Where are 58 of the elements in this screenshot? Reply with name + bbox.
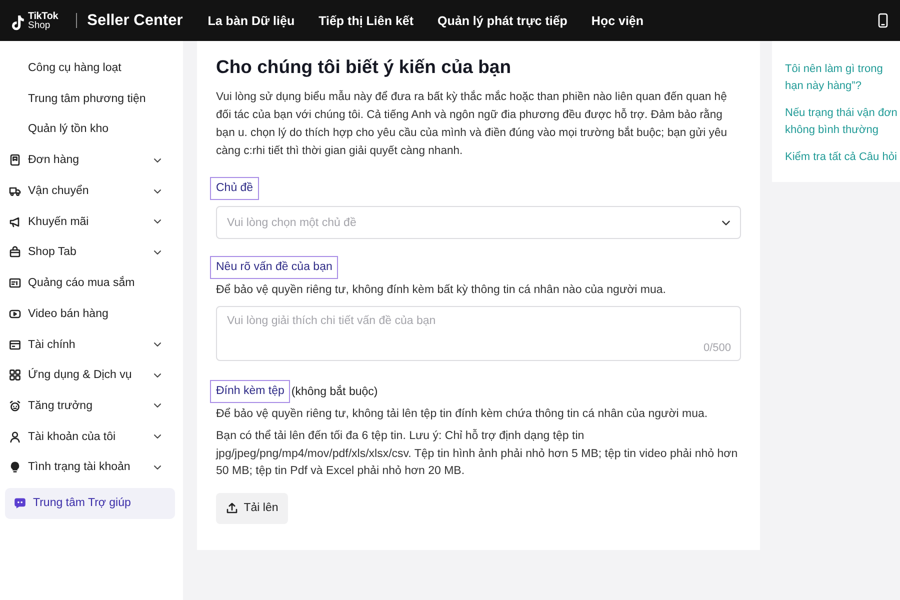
chevron-down-icon <box>153 432 162 442</box>
sidebar-item[interactable]: Trung tâm Trợ giúp <box>5 488 175 519</box>
sidebar-item[interactable]: Khuyến mãi <box>0 206 183 238</box>
character-counter: 0/500 <box>703 342 731 354</box>
sidebar-subitem[interactable]: Quản lý tồn kho <box>0 114 183 146</box>
mobile-phone-icon[interactable] <box>878 13 888 28</box>
music-note-icon <box>10 14 25 32</box>
sidebar-item[interactable]: Tài chính <box>0 329 183 360</box>
intro-text: Vui lòng sử dụng biểu mẫu này để đưa ra bất kỳ thắc mắc hoặc than phiền nào liên quan đến quan hệ đối tác của bạn với chúng tôi. Cả tiếng Anh và ngôn ngữ đia phương đều được hỗ trợ. Đảm bảo rằng bạn u. chọn lý do thích hợp cho yêu cầu của mình và điền đúng vào mọi trường bắt buộc; bạn gửi yêu càng c:rhi tiết thì thời gian giải quyết càng nhanh. <box>216 89 728 159</box>
clipboard-icon <box>9 154 21 166</box>
upload-icon <box>226 502 238 514</box>
field-label: Nêu rõ vấn đề của bạn <box>210 256 338 279</box>
chevron-down-icon <box>153 186 162 196</box>
sidebar-item[interactable]: Video bán hàng <box>0 298 183 330</box>
sidebar-item[interactable]: Shop Tab <box>0 237 183 268</box>
field-label: Chủ đề <box>210 177 260 200</box>
sidebar-item[interactable]: Đơn hàng <box>0 145 183 176</box>
upload-button[interactable]: Tải lên <box>216 492 288 524</box>
nav-link[interactable]: Quản lý phát trực tiếp <box>438 14 568 28</box>
sidebar-item[interactable]: Tăng trưởng <box>0 390 183 422</box>
sidebar-item[interactable]: Vận chuyển <box>0 176 183 206</box>
apps-grid-icon <box>9 369 21 382</box>
chevron-down-icon <box>153 462 162 472</box>
optional-note: (không bắt buộc) <box>291 386 378 398</box>
app-title: Seller Center <box>87 12 183 30</box>
screen-icon <box>9 277 21 290</box>
chevron-down-icon <box>153 370 162 380</box>
truck-icon <box>9 185 21 198</box>
sidebar-subitem[interactable]: Trung tâm phương tiện <box>0 84 183 114</box>
page-title: Cho chúng tôi biết ý kiến của bạn <box>216 55 512 79</box>
chevron-down-icon <box>153 340 162 350</box>
alarm-clock-icon <box>9 400 21 412</box>
nav-link[interactable]: Tiếp thị Liên kết <box>318 14 414 28</box>
sidebar-item[interactable]: Ứng dụng & Dịch vụ <box>0 360 183 391</box>
logo-wordmark: TikTok Shop <box>28 12 58 30</box>
lightbulb-icon <box>9 461 21 474</box>
video-icon <box>9 308 21 320</box>
hint-text: Để bảo vệ quyền riêng tư, không tải lên tệp tin đính kèm chứa thông tin cá nhân của người mua. <box>216 406 709 422</box>
sidebar-item[interactable]: Tài khoản của tôi <box>0 421 183 452</box>
user-icon <box>9 430 21 443</box>
chevron-down-icon <box>153 156 162 165</box>
topic-select[interactable]: Vui lòng chọn một chủ đề <box>216 206 741 239</box>
sidebar-item[interactable]: Quảng cáo mua sắm <box>0 268 183 298</box>
wallet-icon <box>9 338 21 351</box>
chevron-down-icon <box>721 218 731 228</box>
nav-link[interactable]: Học viện <box>591 14 644 28</box>
chevron-down-icon <box>153 401 162 410</box>
nav-link[interactable]: La bàn Dữ liệu <box>208 14 295 28</box>
chat-bubble-icon <box>14 497 26 510</box>
upload-note: Bạn có thể tải lên đến tối đa 6 tệp tin. Lưu ý: Chỉ hỗ trợ định dạng tệp tin jpg/jpeg/png/mp4/mov/pdf/xls/xlsx/csv. Tệp tin hình ảnh phải nhỏ hơn 5 MB; tệp tin video phải nhỏ hơn 50 MB; tệp tin Pdf và Excel phải nhỏ hơn 20 MB. <box>216 428 739 479</box>
chevron-down-icon <box>153 217 162 226</box>
sidebar-subitem[interactable]: Công cụ hàng loạt <box>0 53 183 84</box>
chevron-down-icon <box>153 248 162 257</box>
megaphone-icon <box>9 216 21 228</box>
field-label: Đính kèm tệp <box>210 380 290 403</box>
shopping-bag-icon <box>9 246 21 258</box>
hint-text: Để bảo vệ quyền riêng tư, không đính kèm bất kỳ thông tin cá nhân nào của người mua. <box>216 282 667 298</box>
sidebar-item[interactable]: Tình trạng tài khoản <box>0 452 183 483</box>
